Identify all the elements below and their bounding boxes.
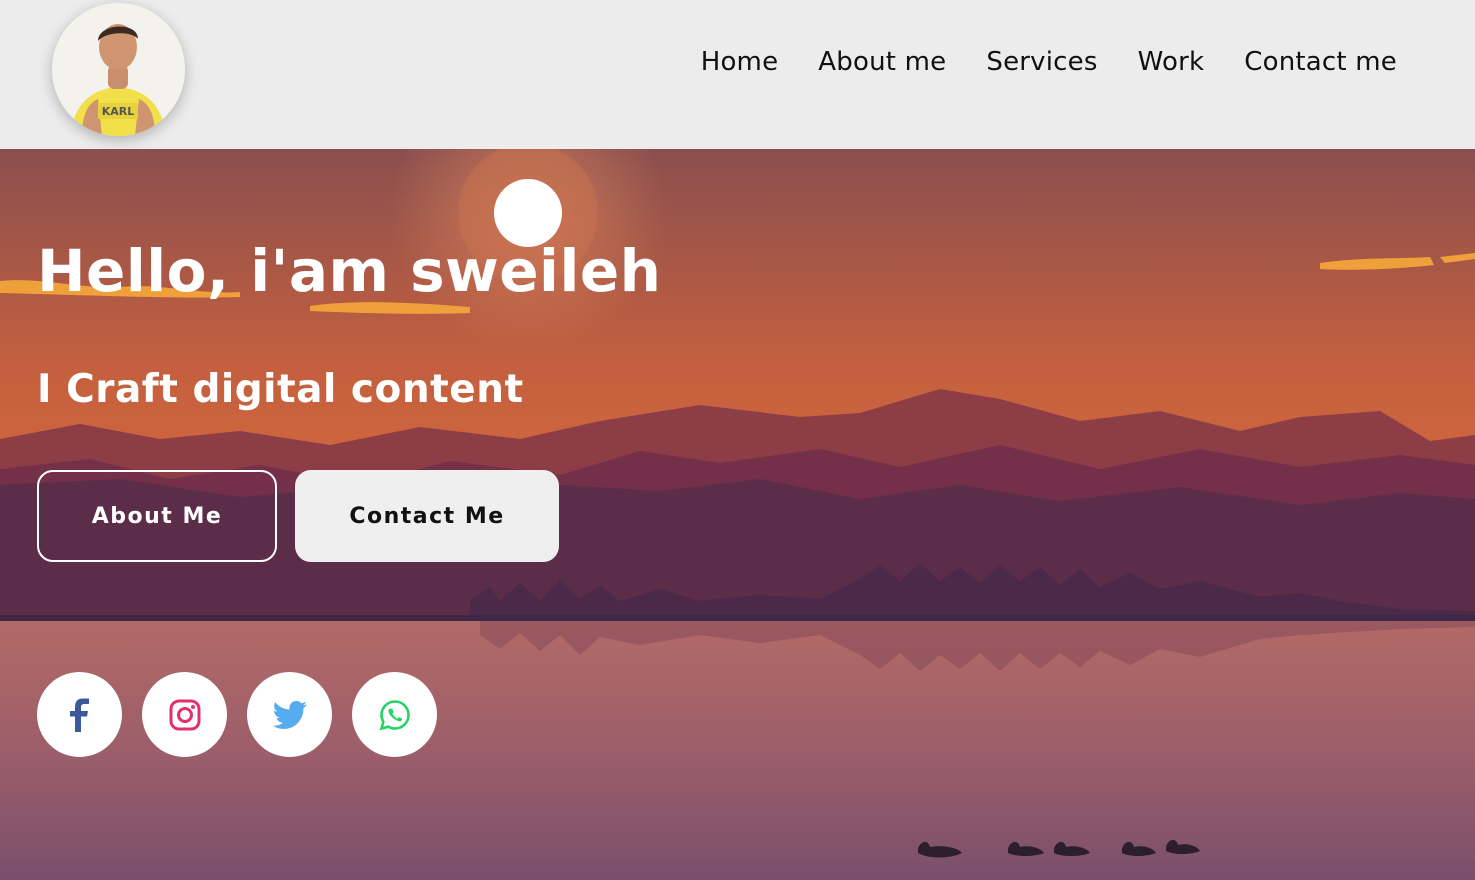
- nav-work[interactable]: Work: [1138, 42, 1205, 82]
- nav-contact-me[interactable]: Contact me: [1244, 42, 1397, 82]
- site-header: KARL Home About me Services Work Contact…: [0, 0, 1475, 149]
- twitter-link[interactable]: [247, 672, 332, 757]
- contact-me-button[interactable]: Contact Me: [295, 470, 559, 562]
- instagram-icon: [169, 699, 200, 730]
- facebook-icon: [69, 698, 89, 732]
- avatar-photo: KARL: [52, 3, 185, 136]
- twitter-icon: [272, 700, 307, 729]
- hero-subtitle: I Craft digital content: [37, 367, 524, 412]
- facebook-link[interactable]: [37, 672, 122, 757]
- social-links: [37, 672, 437, 757]
- instagram-link[interactable]: [142, 672, 227, 757]
- main-nav: Home About me Services Work Contact me: [701, 42, 1397, 82]
- profile-avatar[interactable]: KARL: [52, 3, 185, 136]
- about-me-button[interactable]: About Me: [37, 470, 277, 562]
- whatsapp-link[interactable]: [352, 672, 437, 757]
- nav-home[interactable]: Home: [701, 42, 779, 82]
- hero-title: Hello, i'am sweileh: [37, 237, 662, 305]
- nav-services[interactable]: Services: [986, 42, 1097, 82]
- hero-section: Hello, i'am sweileh I Craft digital cont…: [0, 149, 1475, 880]
- whatsapp-icon: [379, 699, 410, 730]
- svg-text:KARL: KARL: [102, 105, 135, 118]
- nav-about-me[interactable]: About me: [818, 42, 946, 82]
